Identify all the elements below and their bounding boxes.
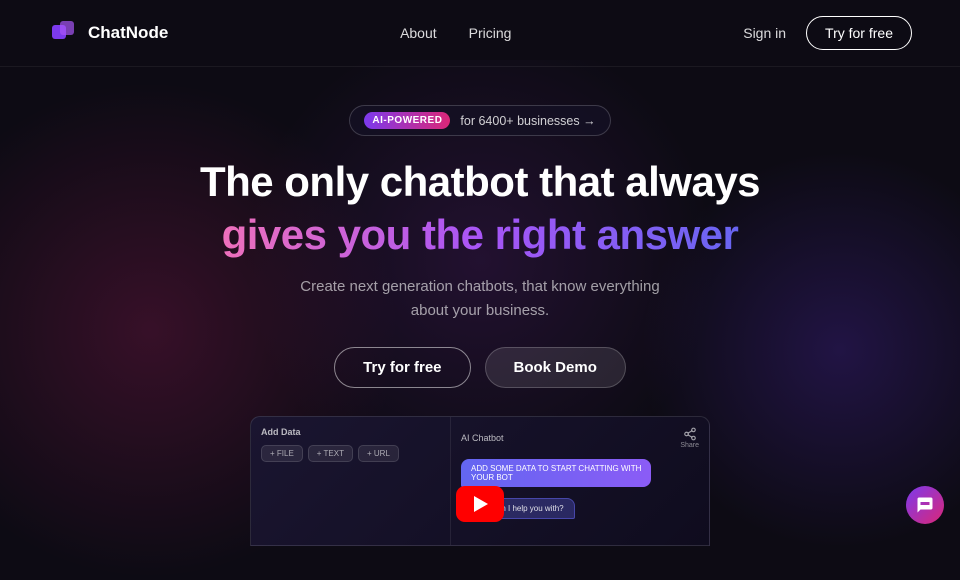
share-label: Share — [680, 442, 699, 449]
add-file-button[interactable]: + FILE — [261, 445, 303, 462]
hero-section: AI-POWERED for 6400+ businesses → The on… — [0, 67, 960, 388]
add-url-button[interactable]: + URL — [358, 445, 399, 462]
hero-title: The only chatbot that always gives you t… — [200, 158, 760, 261]
hero-subtitle: Create next generation chatbots, that kn… — [290, 275, 670, 323]
badge-pill-label: AI-POWERED — [364, 112, 450, 129]
badge-description: for 6400+ businesses → — [460, 114, 595, 128]
hero-title-line2: gives you the right answer — [200, 210, 760, 260]
preview-add-buttons: + FILE + TEXT + URL — [261, 445, 440, 462]
preview-add-data-panel: Add Data + FILE + TEXT + URL — [251, 417, 451, 545]
book-demo-button[interactable]: Book Demo — [485, 347, 626, 388]
preview-chatbot-panel: AI Chatbot Share ADD SOME DATA TO START … — [451, 417, 709, 545]
chat-widget-icon — [916, 496, 934, 514]
ai-powered-badge[interactable]: AI-POWERED for 6400+ businesses → — [349, 105, 610, 136]
preview-window: Add Data + FILE + TEXT + URL AI Chatbot … — [250, 416, 710, 546]
preview-chatbot-header: AI Chatbot Share — [461, 427, 699, 449]
chat-bubble-1: ADD SOME DATA TO START CHATTING WITH YOU… — [461, 459, 651, 487]
logo-text: ChatNode — [88, 23, 168, 43]
hero-buttons: Try for free Book Demo — [334, 347, 626, 388]
play-icon — [474, 496, 488, 512]
nav-link-about[interactable]: About — [400, 25, 437, 41]
navbar: ChatNode About Pricing Sign in Try for f… — [0, 0, 960, 67]
share-icon — [683, 427, 697, 441]
logo-icon — [48, 17, 80, 49]
share-button[interactable]: Share — [680, 427, 699, 449]
chat-widget-button[interactable] — [906, 486, 944, 524]
video-play-button[interactable] — [456, 486, 504, 522]
nav-links: About Pricing — [400, 25, 511, 41]
try-free-nav-button[interactable]: Try for free — [806, 16, 912, 50]
preview-chatbot-title: AI Chatbot — [461, 433, 504, 443]
hero-title-line1: The only chatbot that always — [200, 158, 760, 206]
try-free-hero-button[interactable]: Try for free — [334, 347, 470, 388]
add-text-button[interactable]: + TEXT — [308, 445, 353, 462]
preview-section: Add Data + FILE + TEXT + URL AI Chatbot … — [0, 416, 960, 546]
nav-link-pricing[interactable]: Pricing — [469, 25, 512, 41]
logo[interactable]: ChatNode — [48, 17, 168, 49]
signin-link[interactable]: Sign in — [743, 25, 786, 41]
nav-actions: Sign in Try for free — [743, 16, 912, 50]
preview-add-data-title: Add Data — [261, 427, 440, 437]
